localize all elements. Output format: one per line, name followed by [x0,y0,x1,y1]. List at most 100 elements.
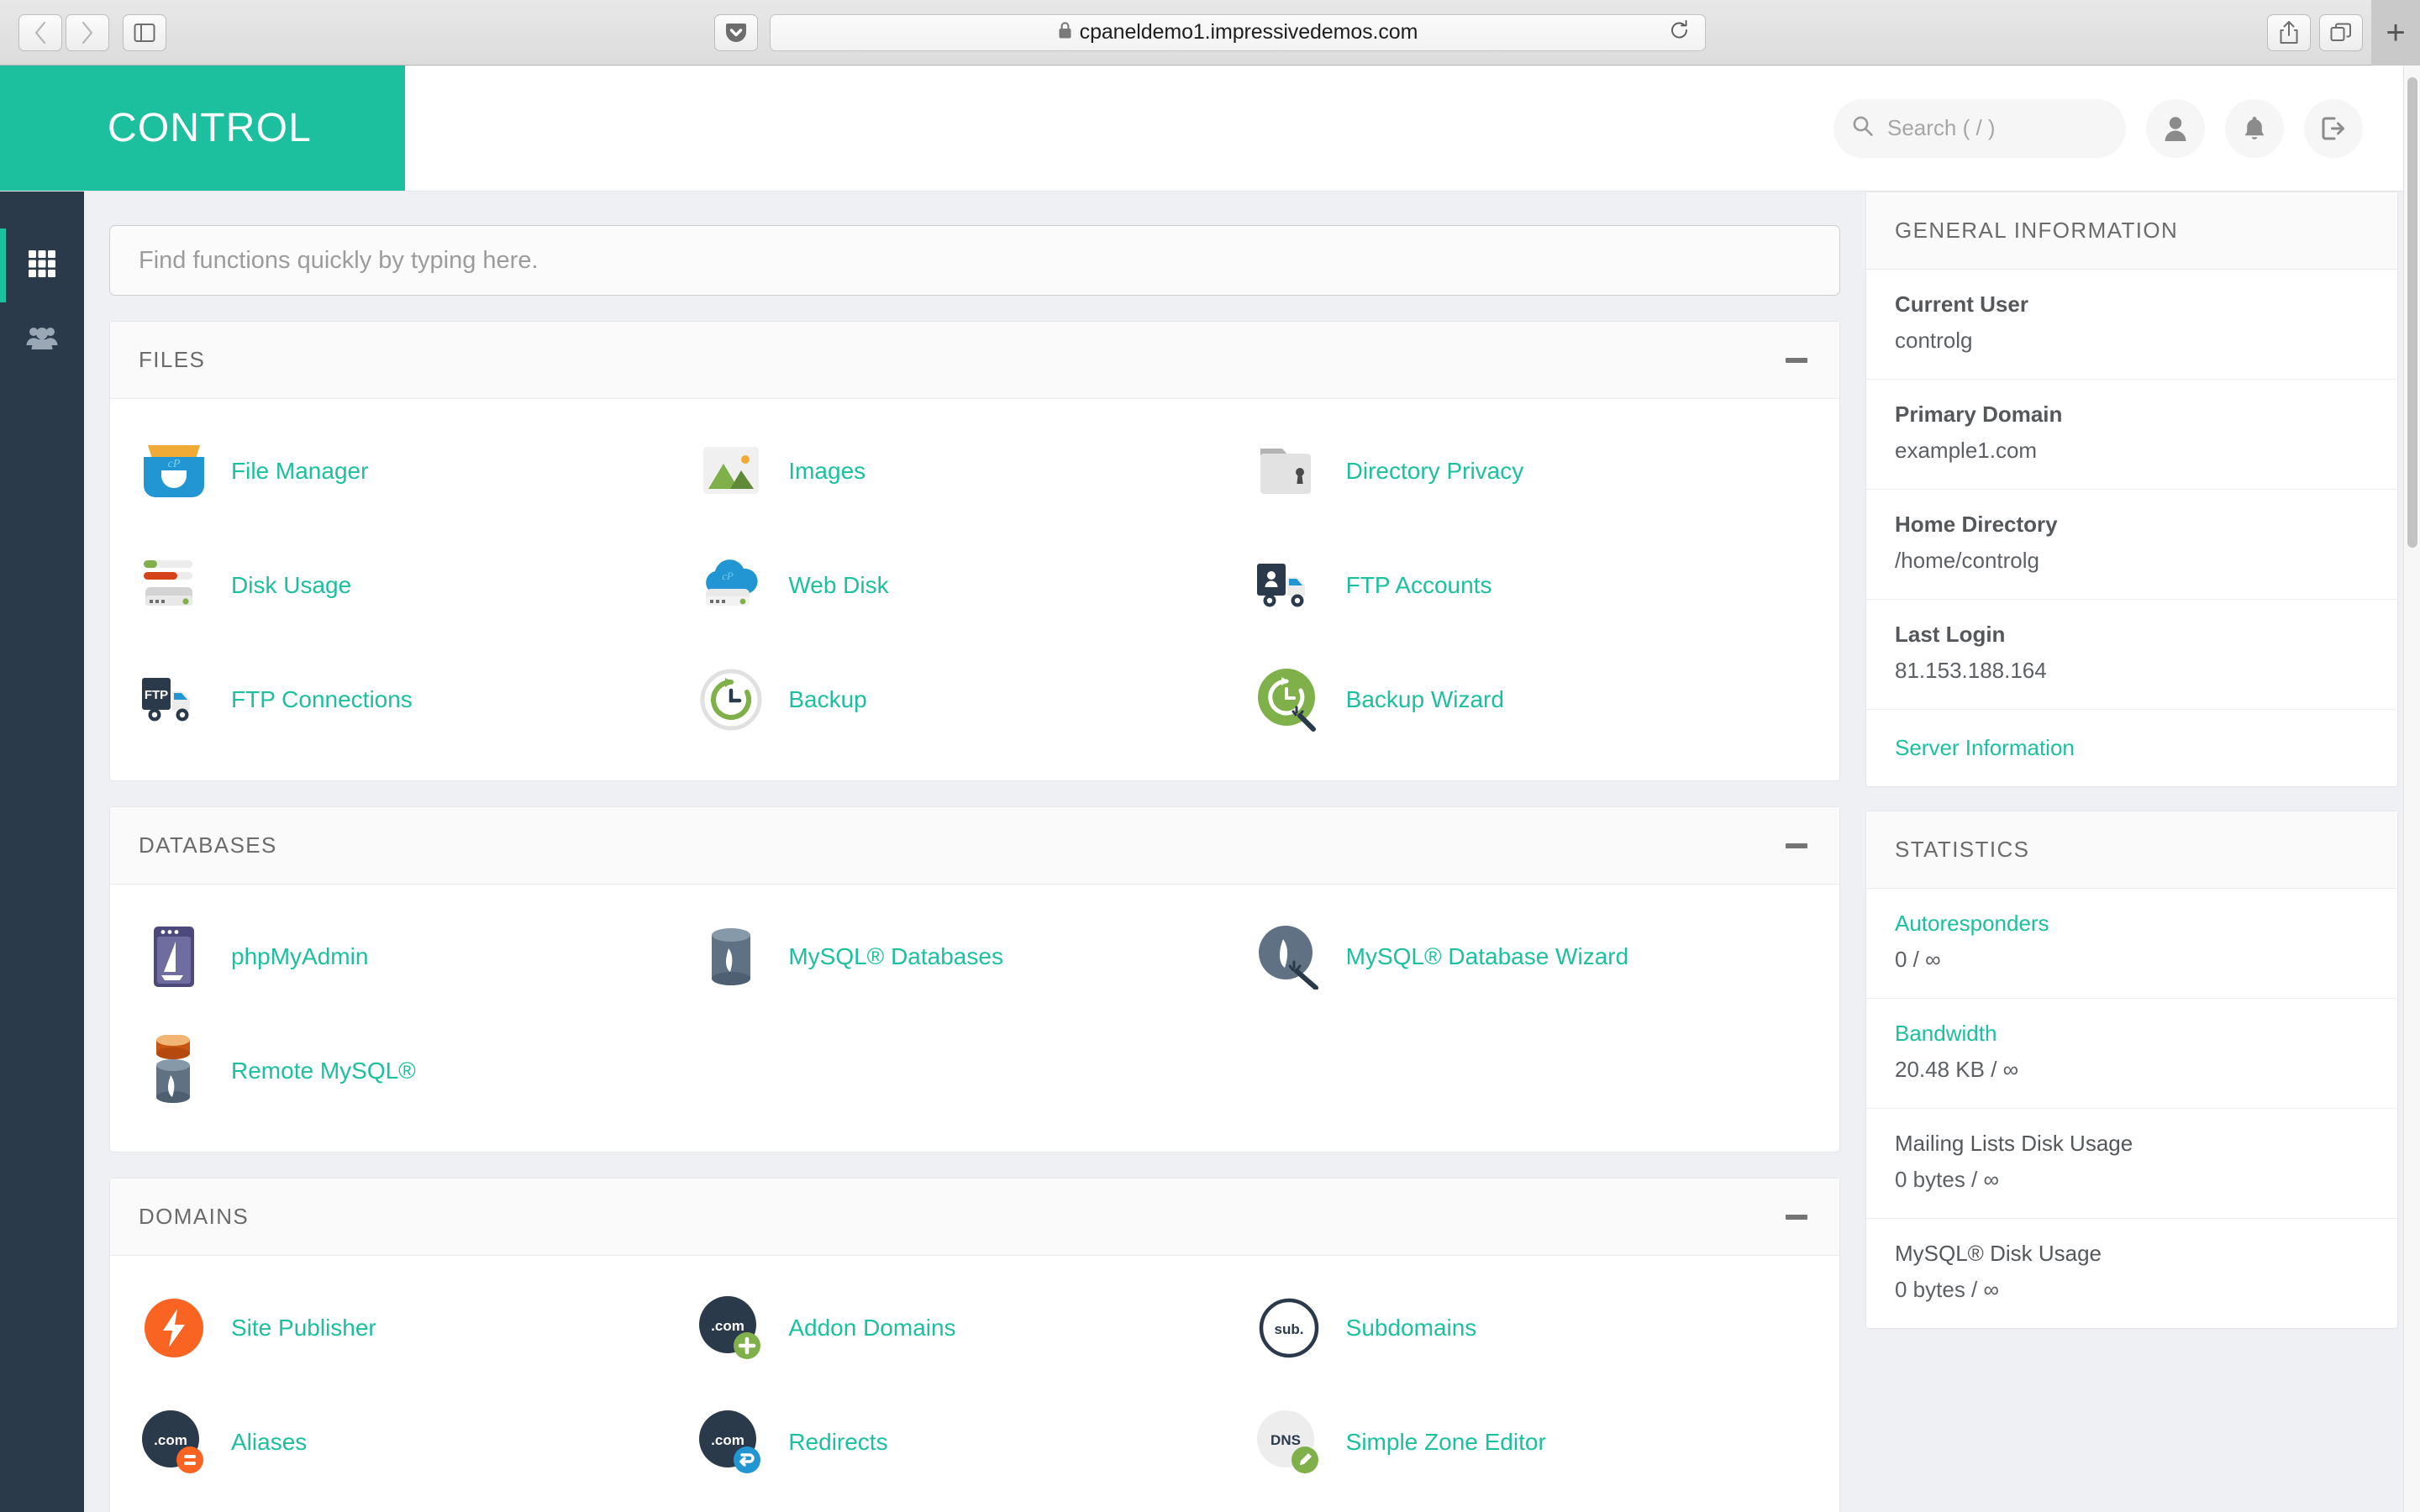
tile-addon-domains[interactable]: .com Addon Domains [696,1271,1253,1385]
forward-button[interactable] [66,13,109,51]
tile-images[interactable]: Images [696,414,1253,528]
info-row-last-login: Last Login 81.153.188.164 [1866,600,2397,710]
tile-label: Disk Usage [231,572,352,598]
brand-logo[interactable]: CONTROL [0,66,405,191]
tile-label: Remote MySQL® [231,1058,416,1084]
tile-disk-usage[interactable]: Disk Usage [139,528,696,643]
ftp-connections-icon: FTP [139,664,209,735]
tile-backup-wizard[interactable]: Backup Wizard [1254,643,1811,757]
server-information-link[interactable]: Server Information [1895,735,2075,760]
tile-site-publisher[interactable]: Site Publisher [139,1271,696,1385]
reload-icon[interactable] [1670,19,1690,45]
tile-backup[interactable]: Backup [696,643,1253,757]
user-icon[interactable] [2146,98,2205,158]
subdomains-icon: sub. [1254,1293,1324,1363]
tile-label: MySQL® Databases [788,943,1003,969]
url-center: cpaneldemo1.impressivedemos.com [771,20,1705,45]
tile-label: Subdomains [1345,1315,1477,1341]
sidebar-item-user-manager[interactable] [0,302,84,376]
tile-simple-zone-editor[interactable]: DNS Simple Zone Editor [1254,1385,1811,1499]
tile-ftp-connections[interactable]: FTP FTP Connections [139,643,696,757]
remote-mysql-icon [139,1035,209,1106]
stat-value: 20.48 KB / ∞ [1895,1057,2019,1082]
header-search-input[interactable]: Search ( / ) [1833,98,2126,158]
browser-toolbar: cpaneldemo1.impressivedemos.com + [0,0,2420,66]
share-icon[interactable] [2267,13,2311,51]
section-title: GENERAL INFORMATION [1895,218,2179,243]
svg-text:cP: cP [168,458,181,470]
tile-web-disk[interactable]: cP Web Disk [696,528,1253,643]
tab-overview-icon[interactable] [2319,13,2363,51]
bell-icon[interactable] [2225,98,2284,158]
tile-subdomains[interactable]: sub. Subdomains [1254,1271,1811,1385]
panel-files: FILES cP File Manager Images Directory P… [109,321,1840,781]
header-search-placeholder: Search ( / ) [1887,115,1996,140]
collapse-button[interactable] [1782,346,1811,375]
scrollbar-thumb[interactable] [2407,77,2417,548]
page-scrollbar[interactable] [2403,66,2420,1512]
svg-text:.com: .com [711,1432,744,1448]
tile-file-manager[interactable]: cP File Manager [139,414,696,528]
tile-aliases[interactable]: .com Aliases [139,1385,696,1499]
tile-label: Web Disk [788,572,889,598]
panel-title: DATABASES [139,832,277,858]
tile-grid: cP File Manager Images Directory Privacy… [110,399,1839,780]
tile-label: FTP Connections [231,686,413,712]
stat-row-autoresponders: Autoresponders 0 / ∞ [1866,889,2397,999]
tile-label: Images [788,458,866,484]
info-row-home-directory: Home Directory /home/controlg [1866,490,2397,600]
tile-label: Addon Domains [788,1315,956,1341]
header-actions: Search ( / ) [405,66,2420,191]
tile-mysql-databases[interactable]: MySQL® Databases [696,900,1253,1014]
svg-text:sub.: sub. [1274,1321,1303,1337]
tile-phpmyadmin[interactable]: phpMyAdmin [139,900,696,1014]
info-label: Last Login [1895,622,2006,647]
file-manager-icon: cP [139,436,209,507]
mysql-wizard-icon [1254,921,1324,992]
tile-directory-privacy[interactable]: Directory Privacy [1254,414,1811,528]
back-button[interactable] [18,13,62,51]
simple-zone-editor-icon: DNS [1254,1407,1324,1478]
tile-label: Simple Zone Editor [1345,1429,1546,1455]
directory-privacy-icon [1254,436,1324,507]
stat-row-bandwidth: Bandwidth 20.48 KB / ∞ [1866,999,2397,1109]
sidebar-item-home[interactable] [0,228,84,302]
left-rail [0,192,84,1512]
web-disk-icon: cP [696,550,766,621]
collapse-button[interactable] [1782,1203,1811,1231]
tile-remote-mysql[interactable]: Remote MySQL® [139,1014,696,1128]
stat-label[interactable]: Autoresponders [1895,911,2369,937]
browser-right-buttons: + [2267,0,2420,66]
stat-label: MySQL® Disk Usage [1895,1241,2102,1266]
server-information-row[interactable]: Server Information [1866,710,2397,786]
svg-text:FTP: FTP [145,688,168,702]
info-row-current-user: Current User controlg [1866,270,2397,380]
logout-icon[interactable] [2304,98,2363,158]
tile-ftp-accounts[interactable]: FTP Accounts [1254,528,1811,643]
search-icon [1852,115,1874,141]
grid-icon [28,249,56,282]
panel-header: DOMAINS [110,1179,1839,1256]
new-tab-button[interactable]: + [2371,0,2420,66]
address-bar[interactable]: cpaneldemo1.impressivedemos.com [770,13,1706,51]
tile-mysql-database-wizard[interactable]: MySQL® Database Wizard [1254,900,1811,1014]
stat-row-mailing-lists-disk-usage: Mailing Lists Disk Usage 0 bytes / ∞ [1866,1109,2397,1219]
tile-redirects[interactable]: .com Redirects [696,1385,1253,1499]
panel-header: FILES [110,322,1839,399]
pocket-icon[interactable] [714,13,758,51]
users-icon [26,325,58,354]
svg-text:.com: .com [154,1432,187,1448]
aliases-icon: .com [139,1407,209,1478]
mysql-databases-icon [696,921,766,992]
function-finder-input[interactable]: Find functions quickly by typing here. [109,225,1840,296]
statistics-card: STATISTICS Autoresponders 0 / ∞ Bandwidt… [1865,811,2398,1329]
sidebar-toggle-icon[interactable] [123,13,166,51]
statistics-header: STATISTICS [1866,811,2397,889]
tile-label: File Manager [231,458,369,484]
stat-label[interactable]: Bandwidth [1895,1021,2369,1047]
info-row-primary-domain: Primary Domain example1.com [1866,380,2397,490]
right-sidebar: GENERAL INFORMATION Current User control… [1865,192,2420,1512]
collapse-button[interactable] [1782,832,1811,860]
lock-icon [1058,21,1072,44]
tile-label: FTP Accounts [1345,572,1492,598]
